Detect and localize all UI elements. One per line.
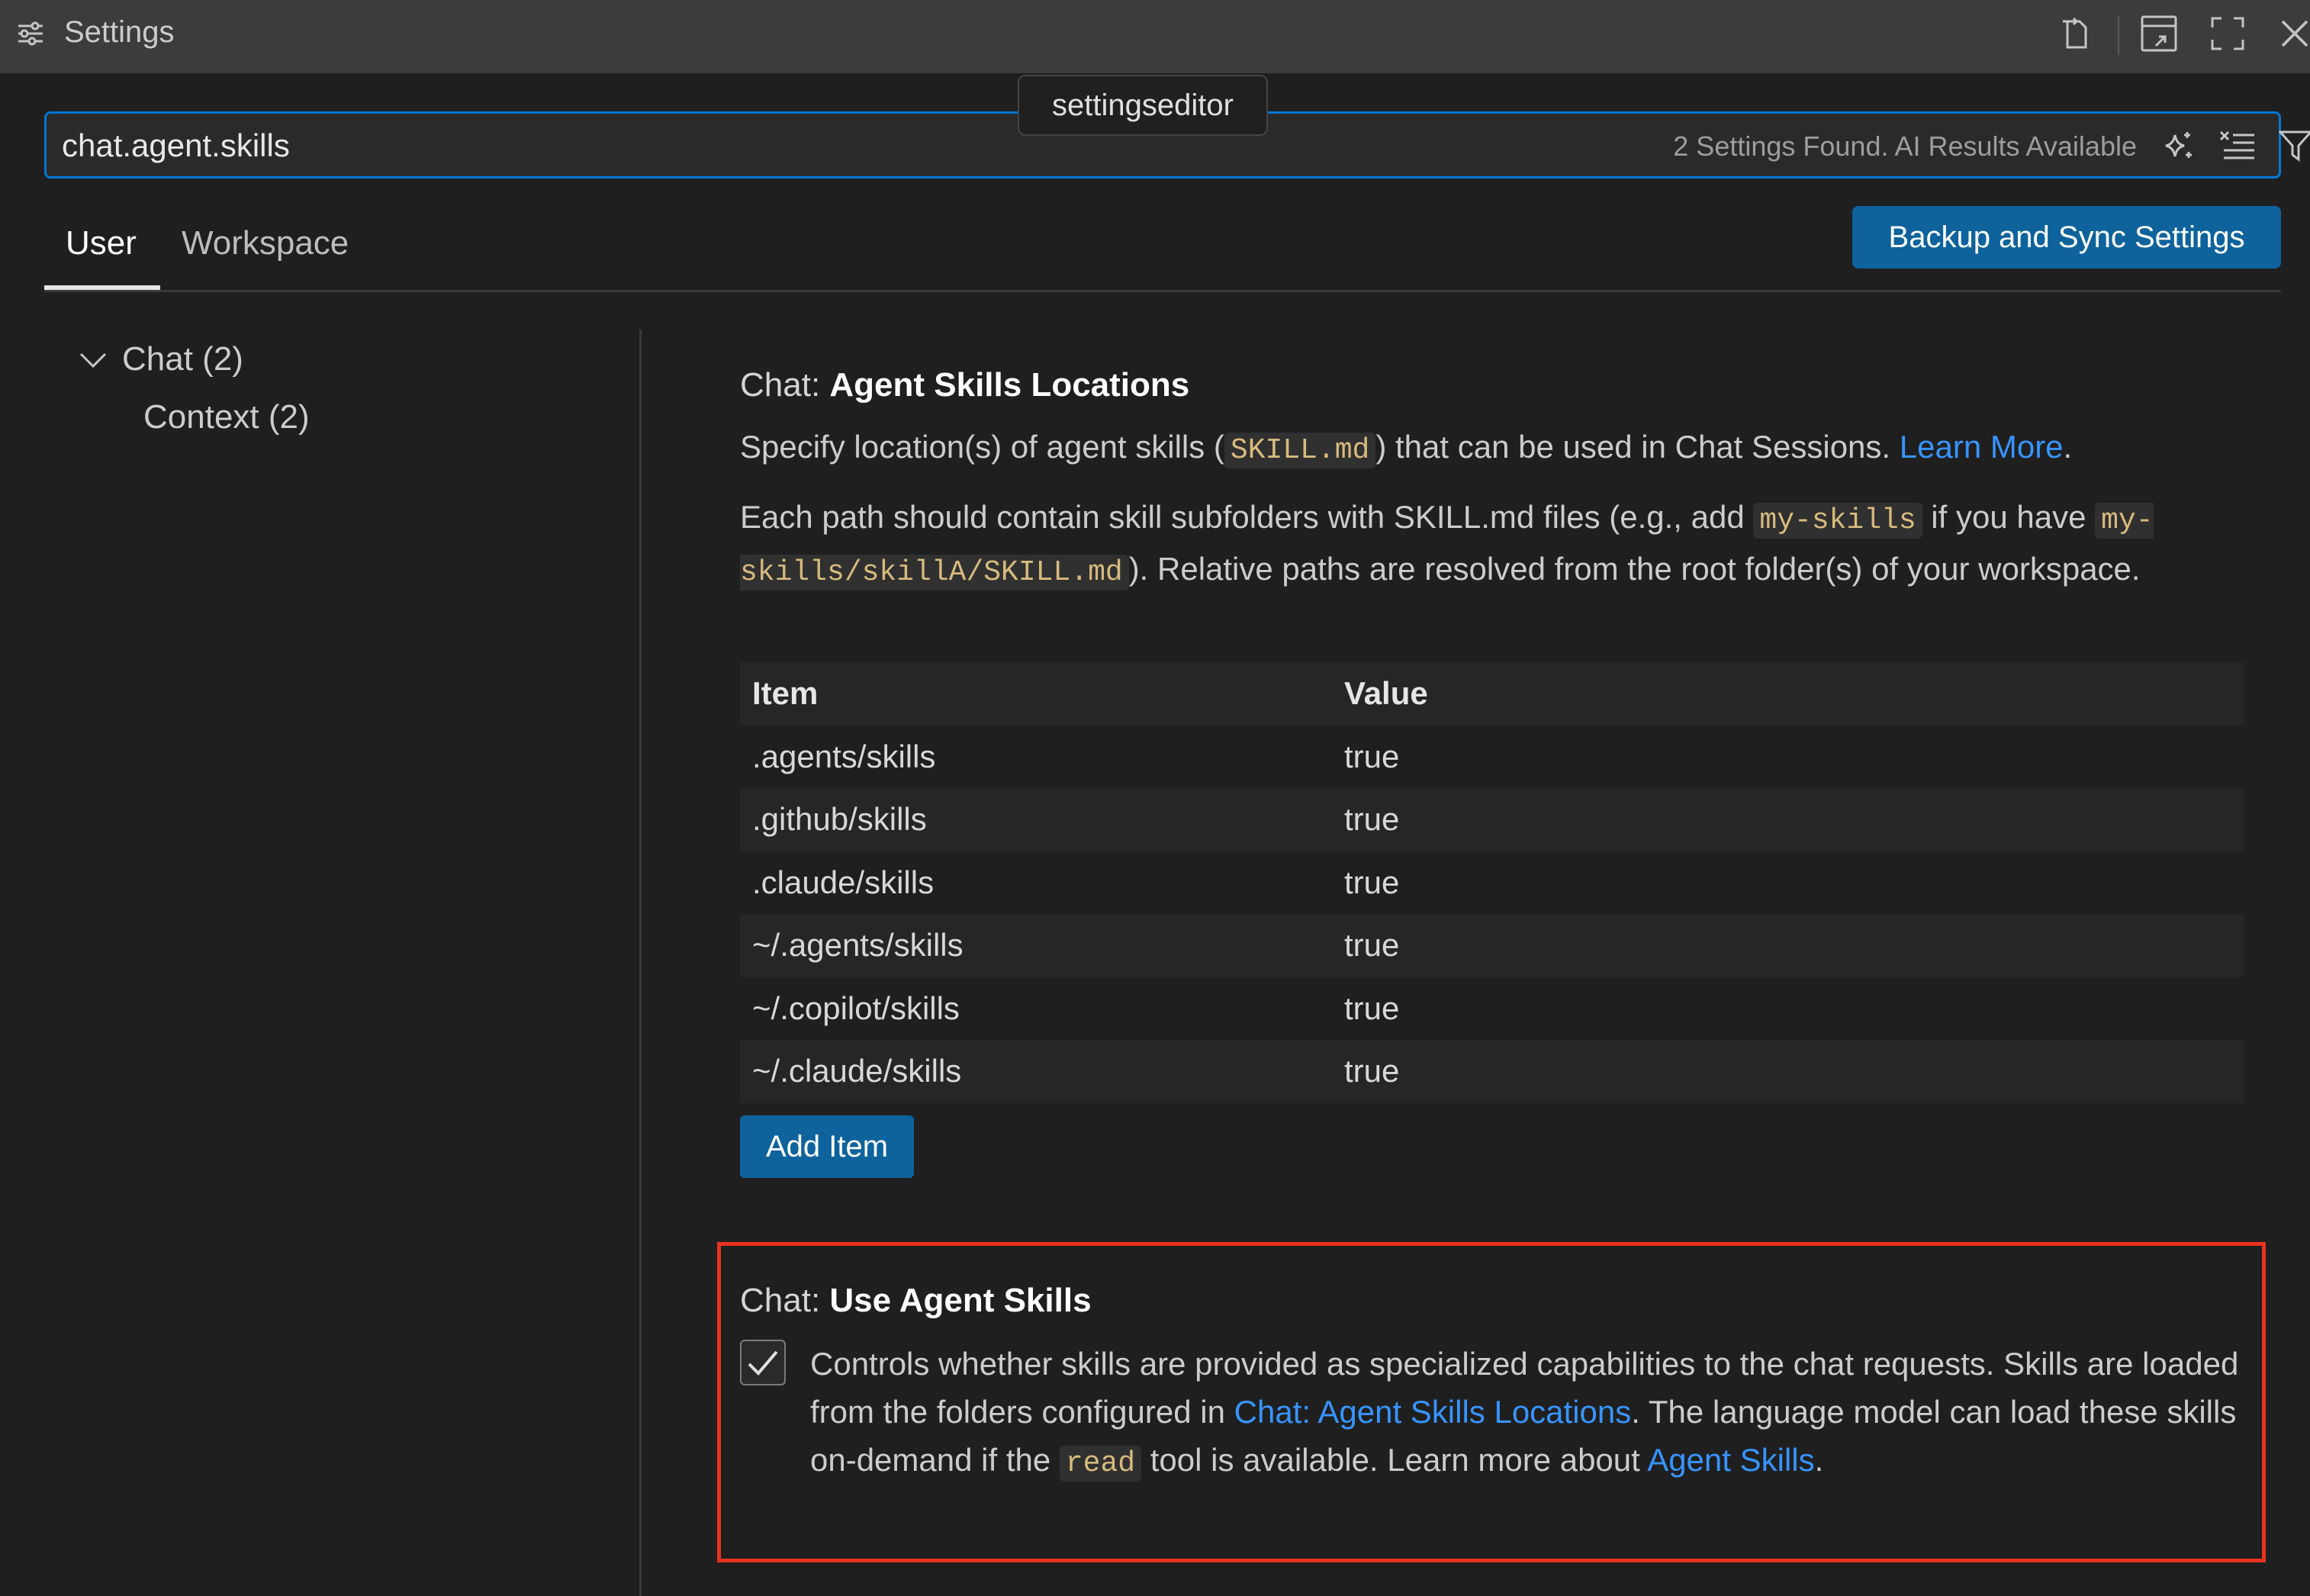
window-title: Settings bbox=[64, 15, 175, 49]
table-row[interactable]: ~/.agents/skills true bbox=[740, 914, 2244, 977]
toc-item-chat[interactable]: Chat (2) bbox=[122, 339, 243, 380]
chevron-down-icon[interactable] bbox=[78, 345, 108, 375]
setting-description: Specify location(s) of agent skills (SKI… bbox=[740, 429, 2073, 468]
learn-more-link[interactable]: Learn More bbox=[1900, 429, 2064, 465]
maximize-icon[interactable] bbox=[2205, 11, 2250, 56]
open-settings-json-icon[interactable] bbox=[2052, 11, 2098, 56]
agent-skills-locations-link[interactable]: Chat: Agent Skills Locations bbox=[1234, 1394, 1632, 1430]
table-row[interactable]: .claude/skills true bbox=[740, 851, 2244, 915]
tab-user[interactable]: User bbox=[66, 223, 137, 264]
tab-workspace[interactable]: Workspace bbox=[182, 223, 349, 264]
table-row[interactable]: ~/.claude/skills true bbox=[740, 1040, 2244, 1103]
setting-description-use-skills: Controls whether skills are provided as … bbox=[810, 1346, 2239, 1482]
toc-item-context[interactable]: Context (2) bbox=[143, 397, 310, 438]
table-row[interactable]: .agents/skills true bbox=[740, 726, 2244, 789]
skills-locations-table: Item Value .agents/skills true .github/ski… bbox=[740, 662, 2244, 1103]
backup-sync-button[interactable]: Backup and Sync Settings bbox=[1852, 206, 2281, 269]
add-item-button[interactable]: Add Item bbox=[740, 1115, 914, 1178]
search-input[interactable] bbox=[62, 124, 1511, 167]
close-icon[interactable] bbox=[2272, 11, 2310, 56]
search-result-count: 2 Settings Found. AI Results Available bbox=[1673, 130, 2137, 162]
table-row[interactable]: ~/.copilot/skills true bbox=[740, 977, 2244, 1041]
toolbar-separator bbox=[2118, 15, 2119, 55]
tooltip: settingseditor bbox=[1018, 75, 1268, 136]
setting-title-use-agent-skills: Chat: Use Agent Skills bbox=[740, 1282, 1092, 1319]
title-bar: Settings bbox=[0, 0, 2310, 73]
toc-divider bbox=[639, 330, 642, 1596]
tabs-divider bbox=[44, 290, 2281, 292]
settings-sliders-icon bbox=[17, 20, 44, 47]
ai-sparkle-icon[interactable] bbox=[2160, 126, 2199, 166]
use-agent-skills-checkbox[interactable] bbox=[740, 1340, 786, 1385]
setting-description-detail: Each path should contain skill subfolder… bbox=[740, 499, 2154, 590]
table-header: Item Value bbox=[740, 662, 2244, 726]
setting-title-skills-locations: Chat: Agent Skills Locations bbox=[740, 366, 1190, 404]
table-row[interactable]: .github/skills true bbox=[740, 788, 2244, 851]
move-panel-icon[interactable] bbox=[2136, 11, 2182, 56]
clear-filter-icon[interactable] bbox=[2218, 126, 2257, 166]
checkmark-icon bbox=[748, 1350, 778, 1376]
filter-icon[interactable] bbox=[2276, 126, 2310, 166]
agent-skills-link[interactable]: Agent Skills bbox=[1647, 1442, 1814, 1478]
